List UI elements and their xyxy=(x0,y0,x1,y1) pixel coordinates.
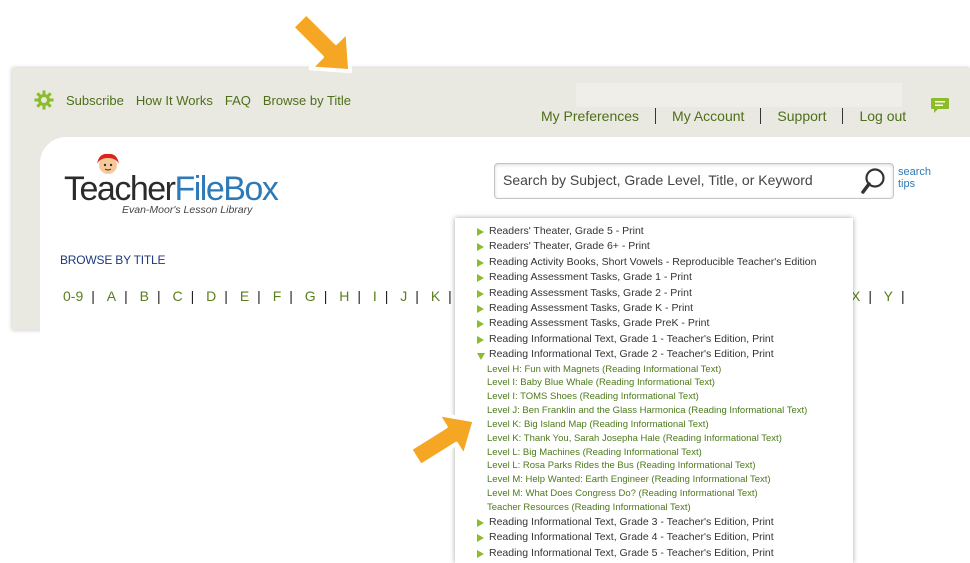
letter-separator: | xyxy=(323,288,328,304)
lesson-link[interactable]: Level M: Help Wanted: Earth Engineer (Re… xyxy=(477,473,816,487)
letter-separator: | xyxy=(124,288,128,304)
letter-separator: | xyxy=(415,288,419,304)
title-dropdown-list[interactable]: Readers' Theater, Grade 5 - Print Reader… xyxy=(455,218,853,563)
letter-separator: | xyxy=(91,288,95,304)
sub-items-group: Level H: Fun with Magnets (Reading Infor… xyxy=(477,363,816,515)
nav-separator xyxy=(760,108,762,124)
lesson-link[interactable]: Level I: TOMS Shoes (Reading Information… xyxy=(477,390,816,404)
title-item-expanded[interactable]: Reading Informational Text, Grade 2 - Te… xyxy=(477,347,816,362)
title-item[interactable]: Reading Assessment Tasks, Grade 1 - Prin… xyxy=(477,270,816,285)
title-item[interactable]: Reading Informational Text, Grade 4 - Te… xyxy=(477,530,816,545)
letter-a[interactable]: A xyxy=(107,288,116,304)
browse-by-title-heading: BROWSE BY TITLE xyxy=(60,253,166,267)
expand-triangle-icon xyxy=(477,274,484,283)
letter-b[interactable]: B xyxy=(140,288,149,304)
letter-separator: | xyxy=(868,288,872,304)
lesson-link[interactable]: Level J: Ben Franklin and the Glass Harm… xyxy=(477,404,816,418)
letter-i[interactable]: I xyxy=(373,288,377,304)
letter-separator: | xyxy=(289,288,293,304)
search-box xyxy=(494,163,894,199)
log-out-link[interactable]: Log out xyxy=(859,108,906,124)
letter-0-9[interactable]: 0-9 xyxy=(63,288,83,304)
lesson-link[interactable]: Level K: Thank You, Sarah Josepha Hale (… xyxy=(477,432,816,446)
gear-icon[interactable] xyxy=(34,90,54,110)
title-item[interactable]: Reading Informational Text, Grade 3 - Te… xyxy=(477,515,816,530)
letter-separator: | xyxy=(900,288,905,304)
my-preferences-link[interactable]: My Preferences xyxy=(541,108,639,124)
expand-triangle-icon xyxy=(477,228,484,236)
letter-separator: | xyxy=(384,288,389,304)
title-item[interactable]: Reading Assessment Tasks, Grade PreK - P… xyxy=(477,316,816,331)
magnifier-icon[interactable] xyxy=(859,166,889,196)
header-blank-area xyxy=(576,83,902,107)
expand-triangle-icon xyxy=(477,549,484,558)
search-tips-line1: search xyxy=(898,166,932,178)
title-item[interactable]: Reading Assessment Tasks, Grade K - Prin… xyxy=(477,301,816,316)
logo-tagline: Evan-Moor's Lesson Library xyxy=(122,204,253,216)
search-tips-line2: tips xyxy=(898,178,916,190)
title-item[interactable]: Readers' Theater, Grade 5 - Print xyxy=(477,224,816,239)
lesson-link[interactable]: Level M: What Does Congress Do? (Reading… xyxy=(477,487,816,501)
lesson-link[interactable]: Level I: Baby Blue Whale (Reading Inform… xyxy=(477,376,816,390)
letter-separator: | xyxy=(190,288,195,304)
lesson-list: Level H: Fun with Magnets (Reading Infor… xyxy=(477,363,816,515)
search-input[interactable] xyxy=(501,171,855,189)
title-item[interactable]: Readers' Theater, Grade 6+ - Print xyxy=(477,239,816,254)
letter-c[interactable]: C xyxy=(173,288,183,304)
letter-e[interactable]: E xyxy=(240,288,249,304)
lesson-link[interactable]: Level K: Big Island Map (Reading Informa… xyxy=(477,418,816,432)
title-item[interactable]: Reading Informational Text, Grade 5 - Te… xyxy=(477,546,816,561)
expand-triangle-icon xyxy=(477,534,484,543)
lesson-link[interactable]: Teacher Resources (Reading Informational… xyxy=(477,501,816,515)
expand-triangle-icon xyxy=(477,258,484,267)
collapse-triangle-icon xyxy=(477,353,485,361)
account-navigation: My Preferences My Account Support Log ou… xyxy=(541,108,906,124)
letter-separator: | xyxy=(257,288,261,304)
expand-triangle-icon xyxy=(477,243,484,252)
pointer-arrow-icon xyxy=(408,412,477,469)
letter-f[interactable]: F xyxy=(273,288,282,304)
pointer-arrow-icon xyxy=(290,11,353,74)
expand-triangle-icon xyxy=(477,320,484,329)
letter-y[interactable]: Y xyxy=(884,288,893,304)
title-item[interactable]: Reading Informational Text, Grade 1 - Te… xyxy=(477,332,816,347)
subscribe-link[interactable]: Subscribe xyxy=(66,93,124,108)
expand-triangle-icon xyxy=(477,289,484,298)
expand-triangle-icon xyxy=(477,335,484,344)
alphabet-index-end: X | Y | xyxy=(851,288,913,304)
letter-h[interactable]: H xyxy=(339,288,349,304)
letter-g[interactable]: G xyxy=(305,288,316,304)
letter-separator: | xyxy=(357,288,361,304)
search-tips-link[interactable]: search tips xyxy=(898,166,931,190)
my-account-link[interactable]: My Account xyxy=(672,108,744,124)
browse-by-title-link[interactable]: Browse by Title xyxy=(263,93,351,108)
lesson-link[interactable]: Level L: Rosa Parks Rides the Bus (Readi… xyxy=(477,459,816,473)
expand-triangle-icon xyxy=(477,518,484,527)
letter-separator: | xyxy=(224,288,228,304)
letter-separator: | xyxy=(448,288,452,304)
nav-separator xyxy=(655,108,657,124)
title-list: Readers' Theater, Grade 5 - Print Reader… xyxy=(477,224,816,561)
letter-separator: | xyxy=(156,288,161,304)
expand-triangle-icon xyxy=(477,304,484,313)
letter-k[interactable]: K xyxy=(431,288,440,304)
chat-icon[interactable] xyxy=(930,97,950,115)
faq-link[interactable]: FAQ xyxy=(225,93,251,108)
how-it-works-link[interactable]: How It Works xyxy=(136,93,213,108)
support-link[interactable]: Support xyxy=(777,108,826,124)
nav-separator xyxy=(842,108,844,124)
title-item[interactable]: Reading Assessment Tasks, Grade 2 - Prin… xyxy=(477,286,816,301)
top-navigation: Subscribe How It Works FAQ Browse by Tit… xyxy=(34,90,363,110)
lesson-link[interactable]: Level L: Big Machines (Reading Informati… xyxy=(477,446,816,460)
letter-d[interactable]: D xyxy=(206,288,216,304)
alphabet-index: 0-9 | A | B | C | D | E | F | G | H | I | J | K | xyxy=(63,288,460,304)
letter-j[interactable]: J xyxy=(400,288,407,304)
title-item[interactable]: Reading Activity Books, Short Vowels - R… xyxy=(477,255,816,270)
lesson-link[interactable]: Level H: Fun with Magnets (Reading Infor… xyxy=(477,363,816,377)
